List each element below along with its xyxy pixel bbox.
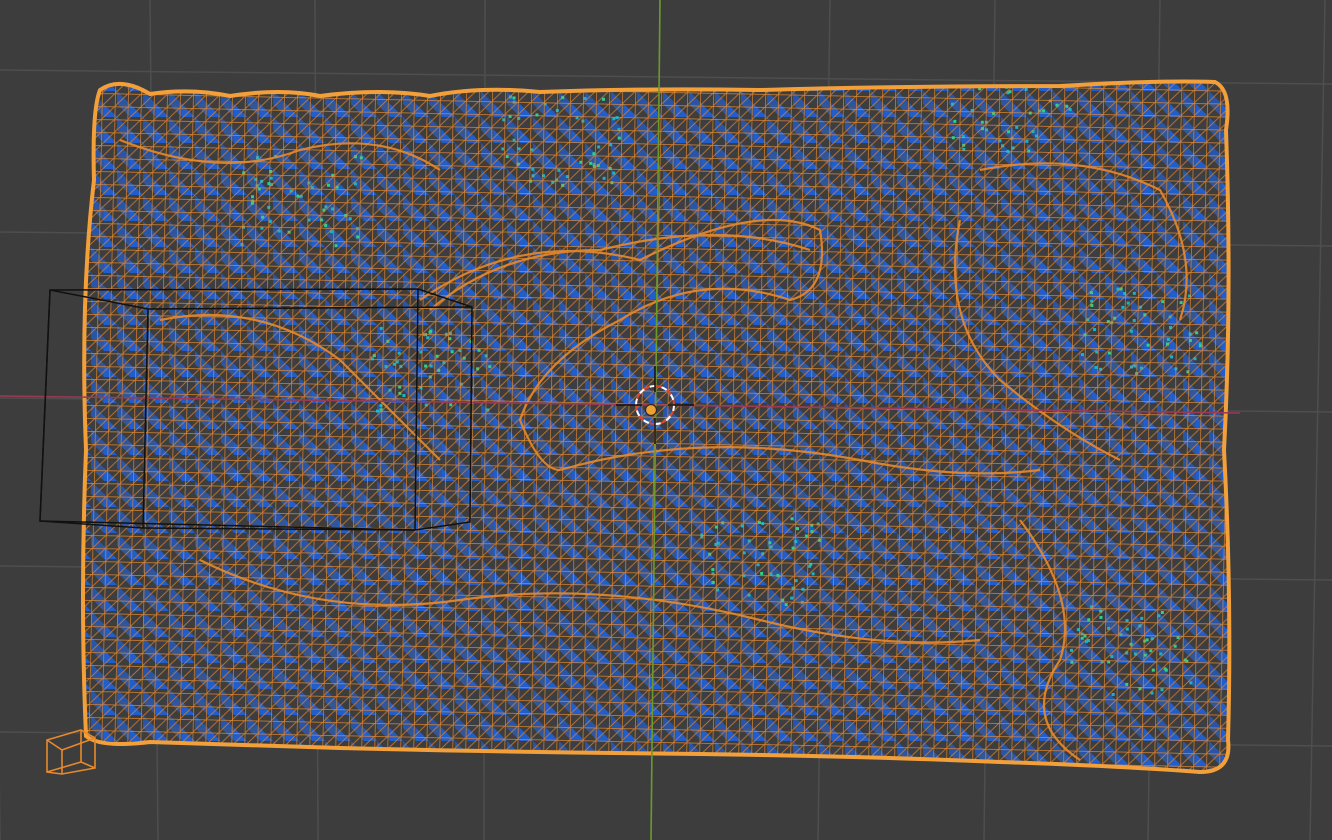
origin-point-icon bbox=[644, 403, 658, 417]
fluid-particle bbox=[1033, 77, 1036, 80]
fluid-particle bbox=[1031, 70, 1034, 73]
fluid-particle bbox=[1041, 74, 1044, 77]
3d-viewport[interactable] bbox=[0, 0, 1332, 840]
grid-line bbox=[1309, 0, 1326, 840]
fluid-domain-mesh[interactable] bbox=[80, 68, 1240, 776]
fluid-particle bbox=[1017, 81, 1021, 85]
fluid-particle bbox=[1060, 76, 1063, 79]
viewport-scene[interactable] bbox=[0, 0, 1332, 840]
fluid-particle bbox=[1062, 68, 1065, 71]
